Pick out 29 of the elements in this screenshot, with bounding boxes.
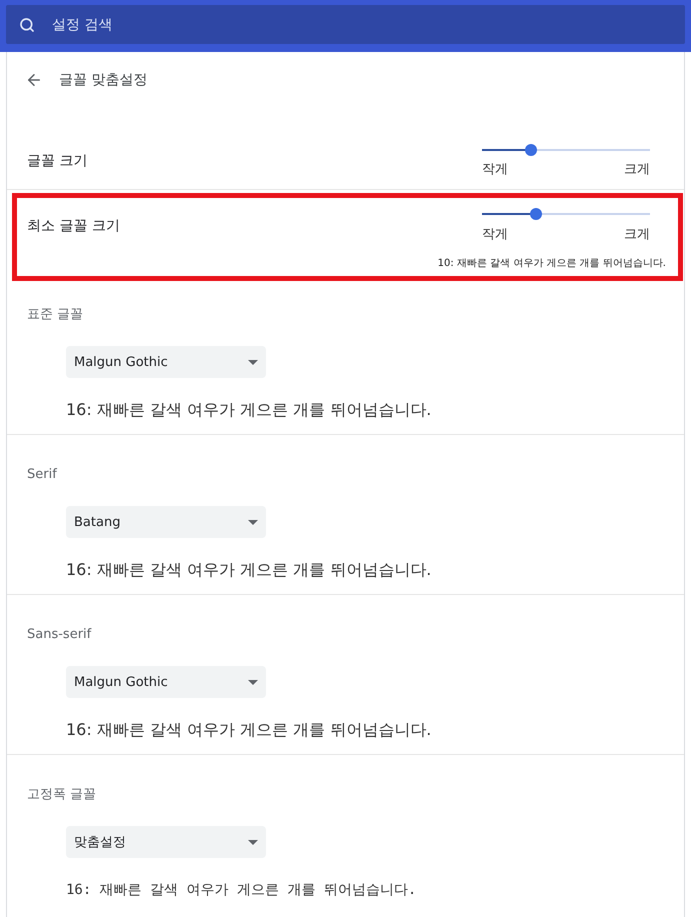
setting-label: 글꼴 크기 xyxy=(27,152,88,171)
caret-icon xyxy=(248,520,258,524)
setting-label: Serif xyxy=(27,466,57,484)
slider-min-label: 작게 xyxy=(482,162,508,178)
slider-thumb[interactable] xyxy=(524,144,537,156)
slider-max-label: 크게 xyxy=(624,162,650,178)
font-dropdown[interactable]: 맞춤설정 xyxy=(66,826,266,858)
sample-text: 10: 재빠른 갈색 여우가 게으른 개를 뛰어넘습니다. xyxy=(438,257,666,271)
search-icon xyxy=(19,16,35,32)
caret-icon xyxy=(248,680,258,684)
slider-max-label: 크게 xyxy=(624,227,650,243)
back-button[interactable] xyxy=(25,71,43,89)
page-title: 글꼴 맞춤설정 xyxy=(59,71,148,89)
slider-thumb[interactable] xyxy=(530,208,542,220)
setting-label: 고정폭 글꼴 xyxy=(27,786,96,804)
setting-label: 표준 글꼴 xyxy=(27,306,84,324)
sample-text: 16: 재빠른 갈색 여우가 게으른 개를 뛰어넘습니다. xyxy=(66,719,432,741)
setting-label: Sans-serif xyxy=(27,626,92,644)
setting-label: 최소 글꼴 크기 xyxy=(27,216,120,236)
sample-text: 16: 재빠른 갈색 여우가 게으른 개를 뛰어넘습니다. xyxy=(66,559,432,581)
caret-icon xyxy=(248,840,258,844)
font-dropdown[interactable]: Malgun Gothic xyxy=(66,666,266,698)
sample-text: 16: 재빠른 갈색 여우가 게으른 개를 뛰어넘습니다. xyxy=(66,399,432,421)
slider-min-label: 작게 xyxy=(482,227,508,243)
font-dropdown[interactable]: Batang xyxy=(66,506,266,538)
sample-text: 16: 재빠른 갈색 여우가 게으른 개를 뛰어넘습니다. xyxy=(66,881,416,900)
caret-icon xyxy=(248,360,258,364)
font-dropdown[interactable]: Malgun Gothic xyxy=(66,346,266,378)
search-field[interactable]: 설정 검색 xyxy=(6,5,685,44)
